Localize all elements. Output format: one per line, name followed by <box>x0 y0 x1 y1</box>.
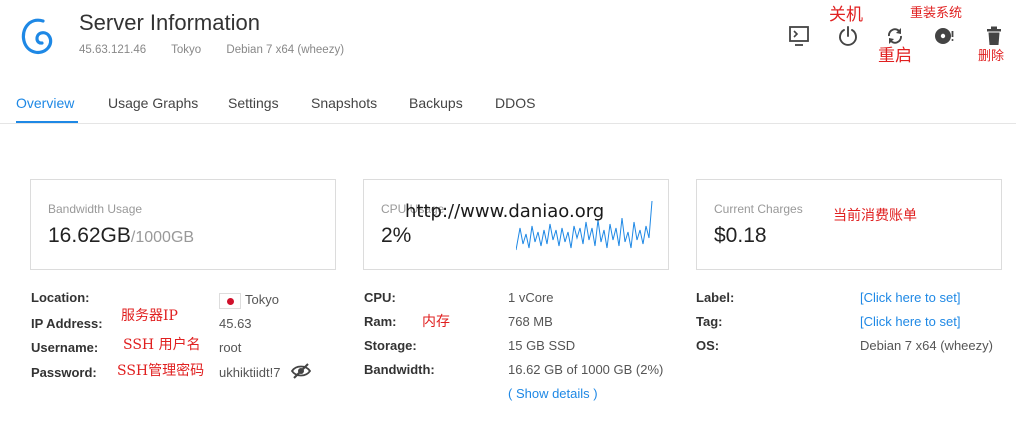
trash-icon[interactable] <box>983 25 1005 47</box>
label-label: Label: <box>696 290 735 305</box>
username-label: Username: <box>31 340 99 355</box>
password-value: ukhiktiidt!7 <box>219 365 281 380</box>
power-icon[interactable] <box>837 25 859 47</box>
bandwidth-card-label: Bandwidth Usage <box>48 202 143 216</box>
cpu-value: 1 vCore <box>508 290 554 305</box>
server-ip: 45.63.121.46 <box>79 44 147 56</box>
ip-address-label: IP Address: <box>31 316 103 331</box>
set-tag-link[interactable]: [Click here to set] <box>860 314 960 329</box>
tab-snapshots[interactable]: Snapshots <box>311 95 377 111</box>
username-value: root <box>219 340 242 355</box>
ram-label: Ram: <box>364 314 397 329</box>
os-value: Debian 7 x64 (wheezy) <box>860 338 993 353</box>
cpu-card-value: 2% <box>381 224 412 247</box>
bandwidth-card-value: 16.62GB/1000GB <box>48 224 194 248</box>
server-subinfo: 45.63.121.46 Tokyo Debian 7 x64 (wheezy) <box>79 44 366 56</box>
tab-settings[interactable]: Settings <box>228 95 279 111</box>
storage-label: Storage: <box>364 338 417 353</box>
eye-slash-icon[interactable] <box>290 362 312 380</box>
watermark-text: http://www.daniao.org <box>405 201 605 222</box>
japan-flag-icon <box>219 292 241 309</box>
charges-card-value: $0.18 <box>714 224 767 247</box>
bandwidth-value: 16.62 GB of 1000 GB (2%) <box>508 362 664 377</box>
location-value: Tokyo <box>219 292 279 309</box>
annotation-reinstall: 重装系统 <box>910 6 963 21</box>
cpu-label: CPU: <box>364 290 396 305</box>
debian-logo-icon <box>21 18 53 55</box>
server-location: Tokyo <box>171 44 202 56</box>
bandwidth-card: Bandwidth Usage 16.62GB/1000GB <box>30 179 336 270</box>
annotation-shutdown: 关机 <box>829 5 863 25</box>
show-details-link[interactable]: ( Show details ) <box>508 386 598 401</box>
bandwidth-used: 16.62GB <box>48 224 131 247</box>
set-label-link[interactable]: [Click here to set] <box>860 290 960 305</box>
tab-backups[interactable]: Backups <box>409 95 463 111</box>
annotation-ssh-password: SSH管理密码 <box>117 363 205 379</box>
storage-value: 15 GB SSD <box>508 338 576 353</box>
console-icon[interactable] <box>788 25 810 47</box>
server-os: Debian 7 x64 (wheezy) <box>226 44 345 56</box>
annotation-server-ip: 服务器IP <box>121 308 178 324</box>
bandwidth-total: /1000GB <box>130 229 195 246</box>
password-label: Password: <box>31 365 97 380</box>
tag-label: Tag: <box>696 314 723 329</box>
active-tab-indicator <box>16 121 78 123</box>
tab-bar: Overview Usage Graphs Settings Snapshots… <box>0 86 1016 124</box>
location-label: Location: <box>31 290 90 305</box>
bandwidth-label: Bandwidth: <box>364 362 435 377</box>
location-text: Tokyo <box>245 292 279 307</box>
tab-overview[interactable]: Overview <box>16 95 74 111</box>
annotation-delete: 删除 <box>978 49 1005 64</box>
annotation-ssh-username: SSH 用户名 <box>123 337 201 353</box>
page-title: Server Information <box>79 10 260 35</box>
ram-value: 768 MB <box>508 314 553 329</box>
os-label: OS: <box>696 338 720 353</box>
annotation-ram: 内存 <box>422 314 450 330</box>
tab-ddos[interactable]: DDOS <box>495 95 535 111</box>
cpu-card: CPU Usage 2% <box>363 179 669 270</box>
reinstall-icon[interactable] <box>933 25 955 47</box>
tab-usage-graphs[interactable]: Usage Graphs <box>108 95 198 111</box>
annotation-restart: 重启 <box>878 46 912 66</box>
charges-card-label: Current Charges <box>714 202 803 216</box>
annotation-charges: 当前消费账单 <box>833 208 917 224</box>
ip-address-value: 45.63 <box>219 316 252 331</box>
